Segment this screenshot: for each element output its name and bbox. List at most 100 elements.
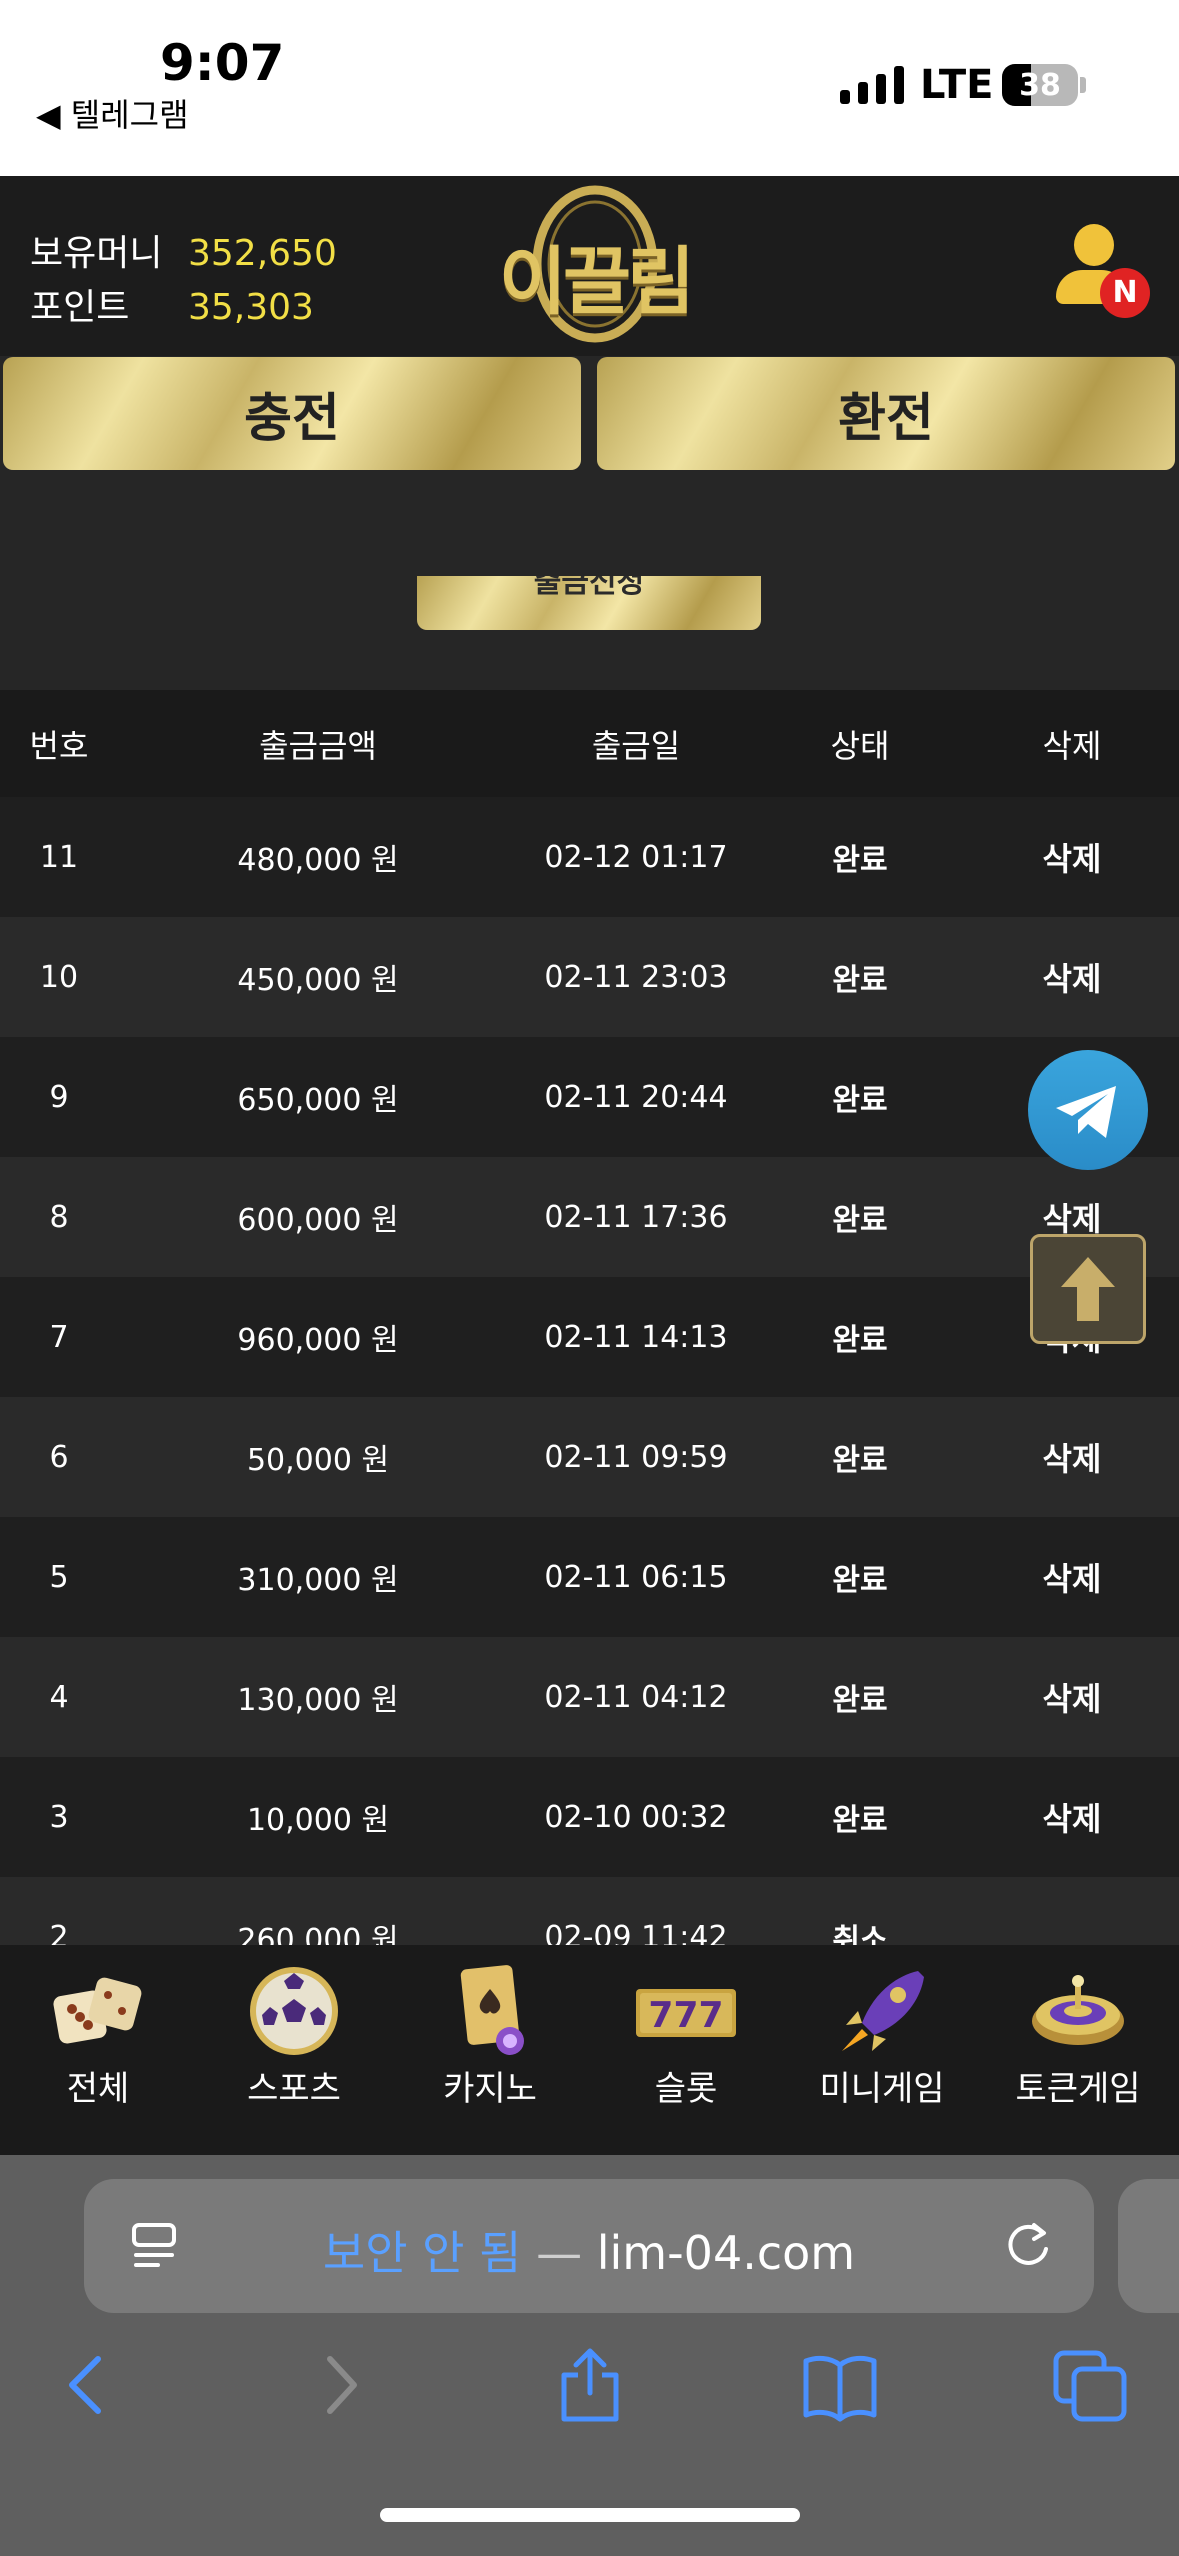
soccer-ball-icon [250, 1967, 338, 2055]
header-status: 상태 [830, 726, 890, 765]
row-number: 3 [49, 1799, 69, 1835]
row-number: 4 [49, 1679, 69, 1715]
points-label: 포인트 [30, 287, 130, 328]
battery-percent: 38 [1019, 68, 1061, 103]
row-status: 완료 [832, 1443, 888, 1478]
slot-777-text: 777 [648, 1995, 723, 2036]
row-status: 완료 [832, 1203, 888, 1238]
nav-minigame-label: 미니게임 [819, 2069, 945, 2109]
table-row: 10 450,000 원 02-11 23:03 완료 삭제 [0, 917, 1179, 1037]
nav-casino-label: 카지노 [443, 2069, 537, 2109]
balance-label: 보유머니 [30, 233, 163, 274]
table-row: 6 50,000 원 02-11 09:59 완료 삭제 [0, 1397, 1179, 1517]
forward-arrow-icon[interactable] [300, 2345, 380, 2425]
row-number: 9 [49, 1079, 69, 1115]
header-no: 번호 [29, 726, 89, 765]
game-category-nav: 전체 스포츠 카지노 777 슬롯 미니게임 토큰게임 [0, 1945, 1179, 2155]
row-status: 완료 [832, 1803, 888, 1838]
row-number: 11 [39, 839, 79, 875]
row-delete-button[interactable]: 삭제 [972, 797, 1172, 917]
withdraw-request-button[interactable]: 출금신청 [417, 576, 761, 630]
playing-card-icon [460, 1965, 524, 2055]
row-status: 완료 [832, 963, 888, 998]
withdraw-request-label: 출금신청 [533, 576, 645, 600]
row-delete-button[interactable]: 삭제 [972, 917, 1172, 1037]
table-row: 11 480,000 원 02-12 01:17 완료 삭제 [0, 797, 1179, 917]
status-time: 9:07 [160, 34, 285, 92]
cellular-signal-icon [840, 66, 904, 104]
tabs-icon[interactable] [1050, 2345, 1130, 2425]
battery-nub [1080, 77, 1086, 93]
bookmarks-icon[interactable] [800, 2345, 880, 2425]
arrow-up-icon [1061, 1257, 1115, 1321]
table-row: 3 10,000 원 02-10 00:32 완료 삭제 [0, 1757, 1179, 1877]
withdraw-button[interactable]: 환전 [597, 357, 1175, 470]
row-number: 7 [49, 1319, 69, 1355]
url-domain: lim-04.com [596, 2226, 856, 2280]
nav-slot-label: 슬롯 [654, 2069, 718, 2109]
row-number: 10 [39, 959, 79, 995]
row-delete-button[interactable] [972, 1877, 1172, 1945]
table-row: 7960,000 원02-11 14:13완료삭제 [0, 1277, 1179, 1397]
url-display[interactable]: 보안 안 됨 — lim-04.com [84, 2217, 1094, 2283]
user-profile-button[interactable]: N [1050, 224, 1150, 324]
row-delete-button[interactable]: 삭제 [972, 1637, 1172, 1757]
balance-value: 352,650 [188, 233, 337, 274]
table-row: 9650,000 원02-11 20:44완료삭제 [0, 1037, 1179, 1157]
rocket-icon [842, 1971, 924, 2051]
nav-all-label: 전체 [66, 2069, 130, 2109]
nav-minigame[interactable]: 미니게임 [784, 1945, 980, 2155]
balance-row: 보유머니 352,650 [30, 224, 337, 276]
url-separator: — [536, 2226, 583, 2280]
telegram-icon [1056, 1086, 1116, 1138]
address-bar[interactable]: 보안 안 됨 — lim-04.com [84, 2179, 1094, 2313]
browser-toolbar: 보안 안 됨 — lim-04.com [0, 2155, 1179, 2556]
not-secure-label: 보안 안 됨 [322, 2226, 522, 2280]
next-tab-preview[interactable] [1118, 2179, 1179, 2313]
header-delete: 삭제 [1042, 726, 1102, 765]
status-bar: 9:07 ◀ 텔레그램 LTE 38 [0, 0, 1179, 176]
withdrawal-table: 번호 출금금액 출금일 상태 삭제 11 480,000 원 02-12 01:17… [0, 690, 1179, 1945]
row-status: 취소 [832, 1923, 888, 1945]
notification-badge: N [1100, 268, 1150, 318]
site-logo[interactable]: 이끌림 [475, 184, 715, 344]
table-row: 8 600,000 원 02-11 17:36 완료 삭제 [0, 1157, 1179, 1277]
slot-777-icon: 777 [636, 1989, 736, 2037]
site-header: 보유머니 352,650 포인트 35,303 이끌림 N [0, 176, 1179, 356]
reload-icon[interactable] [1002, 2219, 1054, 2271]
table-row: 4 130,000 원 02-11 04:12 완료 삭제 [0, 1637, 1179, 1757]
points-row: 포인트 35,303 [30, 278, 314, 330]
deposit-button[interactable]: 충전 [3, 357, 581, 470]
nav-all[interactable]: 전체 [0, 1945, 196, 2155]
nav-token-game-label: 토큰게임 [1015, 2069, 1141, 2109]
telegram-button[interactable] [1028, 1050, 1148, 1170]
nav-token-game[interactable]: 토큰게임 [980, 1945, 1176, 2155]
row-number: 5 [49, 1559, 69, 1595]
dice-icon [53, 1977, 142, 2044]
row-status: 완료 [832, 843, 888, 878]
scroll-to-top-button[interactable] [1030, 1234, 1146, 1344]
nav-casino[interactable]: 카지노 [392, 1945, 588, 2155]
row-delete-button[interactable]: 삭제 [972, 1757, 1172, 1877]
row-number: 2 [49, 1919, 69, 1946]
battery-icon: 38 [1002, 64, 1078, 106]
points-value: 35,303 [188, 287, 314, 328]
share-icon[interactable] [550, 2345, 630, 2425]
row-number: 8 [49, 1199, 69, 1235]
row-status: 완료 [832, 1683, 888, 1718]
row-delete-button[interactable]: 삭제 [972, 1517, 1172, 1637]
user-head [1074, 224, 1114, 266]
row-delete-button[interactable]: 삭제 [972, 1397, 1172, 1517]
table-row: 2 260,000 원 02-09 11:42 취소 [0, 1877, 1179, 1945]
table-row: 5 310,000 원 02-11 06:15 완료 삭제 [0, 1517, 1179, 1637]
nav-sports[interactable]: 스포츠 [196, 1945, 392, 2155]
back-to-telegram-link[interactable]: ◀ 텔레그램 [36, 90, 189, 136]
row-number: 6 [49, 1439, 69, 1475]
row-status: 완료 [832, 1563, 888, 1598]
home-indicator[interactable] [380, 2508, 800, 2522]
back-arrow-icon[interactable] [46, 2345, 126, 2425]
nav-slot[interactable]: 777 슬롯 [588, 1945, 784, 2155]
table-header: 번호 출금금액 출금일 상태 삭제 [0, 690, 1179, 797]
nav-sports-label: 스포츠 [247, 2069, 341, 2109]
row-status: 완료 [832, 1323, 888, 1358]
